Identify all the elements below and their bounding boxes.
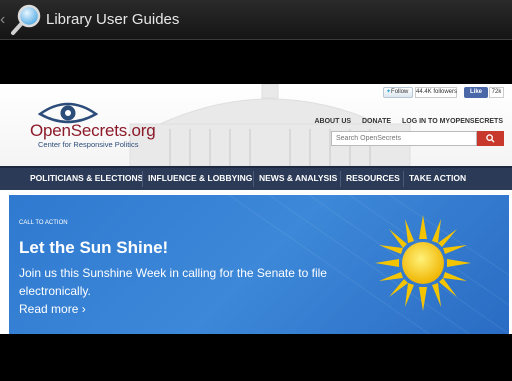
app-title: Library User Guides xyxy=(46,11,180,28)
nav-resources[interactable]: RESOURCES xyxy=(346,173,400,183)
nav-take-action[interactable]: TAKE ACTION xyxy=(409,173,466,183)
webview-top-margin xyxy=(0,40,512,84)
webview-page: OpenSecrets.org Center for Responsive Po… xyxy=(0,84,512,334)
nav-divider xyxy=(142,171,143,187)
twitter-follow-button[interactable]: ✦Follow xyxy=(383,87,413,98)
donate-link[interactable]: DONATE xyxy=(362,118,391,125)
main-nav: POLITICIANS & ELECTIONS INFLUENCE & LOBB… xyxy=(0,166,512,190)
about-us-link[interactable]: ABOUT US xyxy=(314,118,351,125)
nav-news-analysis[interactable]: NEWS & ANALYSIS xyxy=(259,173,337,183)
search-button[interactable] xyxy=(477,131,504,146)
read-more-link[interactable]: Read more › xyxy=(19,302,86,316)
search-input[interactable] xyxy=(331,131,477,146)
call-to-action-banner: CALL TO ACTION Let the Sun Shine! Join u… xyxy=(9,195,509,334)
site-logo-text[interactable]: OpenSecrets.org xyxy=(30,121,156,141)
site-header: OpenSecrets.org Center for Responsive Po… xyxy=(0,84,512,166)
webview-bottom-margin xyxy=(0,334,512,381)
facebook-like-count: 72k xyxy=(489,87,504,98)
utility-links: ABOUT US DONATE LOG IN TO MYOPENSECRETS xyxy=(305,118,503,125)
site-tagline: Center for Responsive Politics xyxy=(38,140,139,149)
banner-title: Let the Sun Shine! xyxy=(19,238,169,257)
banner-body: Join us this Sunshine Week in calling fo… xyxy=(19,266,327,298)
twitter-follow-label: Follow xyxy=(391,89,409,95)
twitter-followers-count: 44.4K followers xyxy=(415,87,457,98)
nav-politicians-elections[interactable]: POLITICIANS & ELECTIONS xyxy=(30,173,143,183)
facebook-like-label: Like xyxy=(469,89,482,95)
nav-divider xyxy=(340,171,341,187)
nav-divider xyxy=(253,171,254,187)
nav-influence-lobbying[interactable]: INFLUENCE & LOBBYING xyxy=(148,173,252,183)
facebook-like-button[interactable]: Like xyxy=(464,87,488,98)
back-chevron-icon[interactable]: ‹ xyxy=(0,10,5,30)
nav-divider xyxy=(403,171,404,187)
search-icon xyxy=(486,134,495,143)
banner-label: CALL TO ACTION xyxy=(19,220,68,226)
app-bar: ‹ Library User Guides xyxy=(0,0,512,40)
search-magnifier-icon[interactable] xyxy=(7,3,43,37)
login-link[interactable]: LOG IN TO MYOPENSECRETS xyxy=(402,118,503,125)
sun-icon xyxy=(375,215,471,311)
